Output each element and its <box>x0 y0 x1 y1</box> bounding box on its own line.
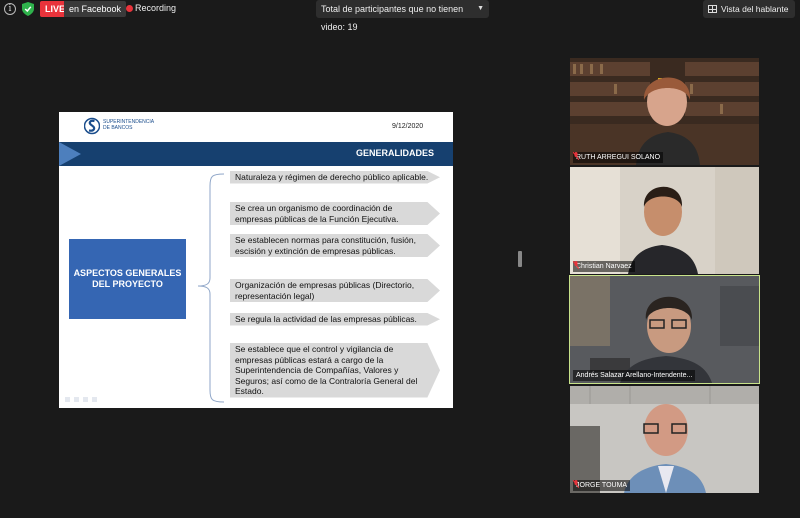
video-frame <box>570 276 759 383</box>
recording-indicator-icon <box>126 5 133 12</box>
logo-text: SUPERINTENDENCIA DE BANCOS <box>103 119 155 131</box>
aspects-box: ASPECTOS GENERALES DEL PROYECTO <box>69 239 186 319</box>
curly-brace-icon <box>197 173 225 403</box>
meeting-top-bar: i LIVE en Facebook Recording Total de pa… <box>0 0 800 32</box>
list-item: Se establece que el control y vigilancia… <box>230 343 440 398</box>
muted-mic-icon <box>573 152 579 160</box>
shield-check-icon[interactable] <box>22 2 34 16</box>
dropdown-label: Total de participantes que no tienen vid… <box>321 4 464 32</box>
recording-label[interactable]: Recording <box>135 2 176 14</box>
participant-name: RUTH ARREGUI SOLANO <box>576 154 661 161</box>
participant-name: Christian Narvaez <box>576 263 632 270</box>
speaker-view-label: Vista del hablante <box>721 4 789 14</box>
video-frame <box>570 167 759 274</box>
video-frame <box>570 386 759 493</box>
muted-mic-icon <box>573 261 579 269</box>
list-item: Se regula la actividad de las empresas p… <box>230 313 440 326</box>
band-chevron-icon <box>59 142 81 166</box>
muted-mic-icon <box>573 480 579 488</box>
participant-name-tag: RUTH ARREGUI SOLANO <box>573 152 664 163</box>
superintendencia-logo-icon <box>84 117 100 135</box>
chevron-down-icon: ▼ <box>477 5 484 12</box>
slide-date: 9/12/2020 <box>392 123 424 130</box>
participant-video-tile[interactable]: Christian Narvaez <box>570 167 759 274</box>
shared-screen-slide: SUPERINTENDENCIA DE BANCOS 9/12/2020 GEN… <box>59 112 453 408</box>
section-title: GENERALIDADES <box>355 148 434 158</box>
live-destination-label[interactable]: en Facebook <box>64 1 127 17</box>
video-frame <box>570 58 759 165</box>
list-item: Naturaleza y régimen de derecho público … <box>230 171 440 184</box>
list-item: Organización de empresas públicas (Direc… <box>230 279 440 302</box>
slide-watermark-icon <box>65 397 97 402</box>
participant-video-tile[interactable]: RUTH ARREGUI SOLANO <box>570 58 759 165</box>
speaker-view-button[interactable]: Vista del hablante <box>703 0 795 18</box>
participants-without-video-dropdown[interactable]: Total de participantes que no tienen vid… <box>316 0 489 32</box>
grid-view-icon <box>708 5 717 13</box>
info-icon[interactable]: i <box>4 3 16 15</box>
participant-name-tag: Christian Narvaez <box>573 261 635 272</box>
participant-name: JORGE TOUMA <box>576 482 628 489</box>
panel-resize-handle[interactable] <box>518 251 522 267</box>
participant-video-tile[interactable]: JORGE TOUMA <box>570 386 759 493</box>
active-speaker-video-tile[interactable]: Andrés Salazar Arellano-Intendente... <box>569 275 760 384</box>
participant-name-tag: JORGE TOUMA <box>573 480 631 491</box>
list-item: Se establecen normas para constitución, … <box>230 234 440 257</box>
participant-name-tag: Andrés Salazar Arellano-Intendente... <box>573 370 696 381</box>
list-item: Se crea un organismo de coordinación de … <box>230 202 440 225</box>
participant-name: Andrés Salazar Arellano-Intendente... <box>576 372 693 379</box>
